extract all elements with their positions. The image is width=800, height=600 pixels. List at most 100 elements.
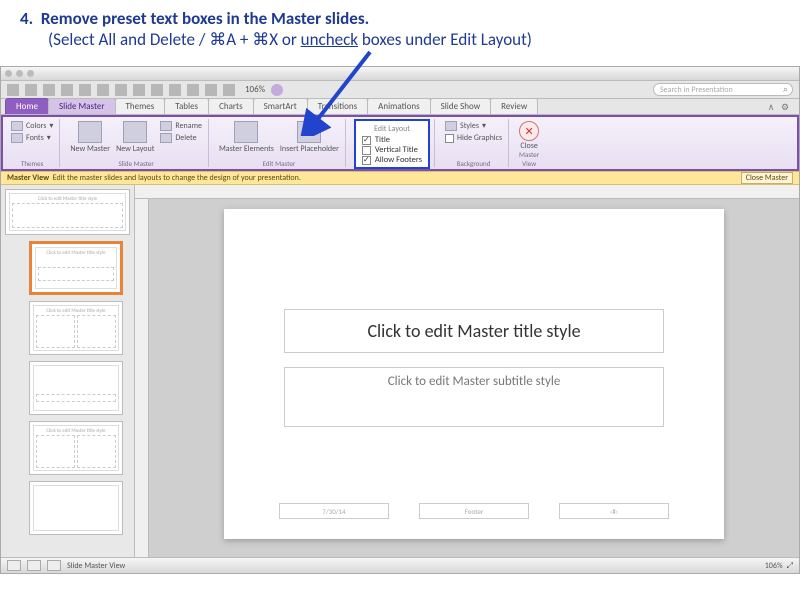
- footer-row: 7/30/14 Footer ‹#›: [264, 503, 684, 519]
- delete-icon: [160, 133, 172, 143]
- qat-icon[interactable]: [7, 84, 19, 96]
- view-slideshow-icon[interactable]: [47, 560, 61, 571]
- canvas-area: Click to edit Master title style Click t…: [135, 185, 799, 557]
- qat-icon[interactable]: [97, 84, 109, 96]
- powerpoint-window: 106% Search in Presentation Home Slide M…: [0, 66, 800, 574]
- qat-icon[interactable]: [79, 84, 91, 96]
- ruler-horizontal: [135, 185, 799, 199]
- qat-icon[interactable]: [25, 84, 37, 96]
- qat-icon[interactable]: [187, 84, 199, 96]
- delete-button[interactable]: Delete: [160, 133, 202, 143]
- window-close-icon[interactable]: [5, 70, 12, 77]
- fonts-menu[interactable]: Fonts ▾: [11, 133, 53, 143]
- quick-access-toolbar: 106% Search in Presentation: [1, 81, 799, 99]
- tab-animations[interactable]: Animations: [367, 98, 430, 114]
- group-slide-master: New Master New Layout Rename Delete Slid…: [64, 119, 209, 167]
- styles-menu[interactable]: Styles ▾: [445, 121, 502, 131]
- edit-layout-panel: Edit Layout ✓Title Vertical Title ✓Allow…: [354, 119, 430, 169]
- collapse-ribbon-icon[interactable]: ∧: [765, 102, 777, 114]
- new-master-icon: [78, 121, 102, 143]
- zoom-label[interactable]: 106%: [765, 561, 783, 571]
- tab-smartart[interactable]: SmartArt: [253, 98, 308, 114]
- qat-icon[interactable]: [169, 84, 181, 96]
- qat-icon[interactable]: [115, 84, 127, 96]
- statusbar: Slide Master View 106% ⤢: [1, 557, 799, 573]
- footer-placeholder[interactable]: Footer: [419, 503, 529, 519]
- tab-slide-show[interactable]: Slide Show: [430, 98, 492, 114]
- search-input[interactable]: Search in Presentation: [653, 83, 793, 96]
- thumbnail-panel[interactable]: Click to edit Master title style Click t…: [1, 185, 135, 557]
- window-zoom-icon[interactable]: [27, 70, 34, 77]
- checkbox-allow-footers[interactable]: ✓Allow Footers: [362, 155, 422, 165]
- qat-icon[interactable]: [61, 84, 73, 96]
- instruction-block: 4. Remove preset text boxes in the Maste…: [0, 0, 800, 54]
- close-master-view-button[interactable]: ✕Close: [519, 121, 539, 151]
- tab-home[interactable]: Home: [5, 98, 49, 114]
- styles-icon: [445, 121, 457, 131]
- tab-transitions[interactable]: Transitions: [307, 98, 368, 114]
- view-normal-icon[interactable]: [7, 560, 21, 571]
- colors-menu[interactable]: Colors ▾: [11, 121, 53, 131]
- checkbox-icon: ✓: [362, 136, 371, 145]
- group-master-view: ✕Close Master View: [513, 119, 545, 167]
- tab-tables[interactable]: Tables: [164, 98, 209, 114]
- title-placeholder[interactable]: Click to edit Master title style: [284, 309, 664, 353]
- view-sorter-icon[interactable]: [27, 560, 41, 571]
- hide-graphics-check[interactable]: Hide Graphics: [445, 133, 502, 143]
- instruction-subtitle: (Select All and Delete / ⌘A + ⌘X or unch…: [48, 29, 780, 50]
- new-layout-button[interactable]: New Layout: [116, 121, 154, 154]
- zoom-value[interactable]: 106%: [245, 84, 265, 95]
- slide-area[interactable]: Click to edit Master title style Click t…: [149, 199, 799, 557]
- titlebar: [1, 67, 799, 81]
- ribbon-options-icon[interactable]: ⚙: [779, 102, 791, 114]
- master-elements-icon: [234, 121, 258, 143]
- ruler-vertical: [135, 199, 149, 557]
- group-edit-layout: Edit Layout ✓Title Vertical Title ✓Allow…: [350, 119, 435, 167]
- rename-button[interactable]: Rename: [160, 121, 202, 131]
- checkbox-title[interactable]: ✓Title: [362, 135, 422, 145]
- tab-review[interactable]: Review: [490, 98, 538, 114]
- window-min-icon[interactable]: [16, 70, 23, 77]
- group-themes: Colors ▾ Fonts ▾ Themes: [5, 119, 60, 167]
- close-icon: ✕: [519, 121, 539, 141]
- qat-icon[interactable]: [43, 84, 55, 96]
- message-bar: Master View Edit the master slides and l…: [1, 171, 799, 185]
- help-icon[interactable]: [271, 84, 283, 96]
- tab-themes[interactable]: Themes: [115, 98, 166, 114]
- ribbon: Colors ▾ Fonts ▾ Themes New Master New L…: [1, 115, 799, 171]
- thumb-layout[interactable]: Click to edit Master title style: [29, 421, 123, 475]
- thumb-master[interactable]: Click to edit Master title style: [5, 189, 130, 235]
- checkbox-icon: [445, 134, 454, 143]
- qat-icon[interactable]: [151, 84, 163, 96]
- slide: Click to edit Master title style Click t…: [224, 209, 724, 539]
- thumb-layout[interactable]: Click to edit Master title style: [29, 301, 123, 355]
- date-placeholder[interactable]: 7/30/14: [279, 503, 389, 519]
- tab-charts[interactable]: Charts: [208, 98, 254, 114]
- uncheck-word: uncheck: [301, 29, 358, 50]
- close-master-button[interactable]: Close Master: [741, 172, 793, 184]
- checkbox-icon: ✓: [362, 156, 371, 165]
- thumb-layout-selected[interactable]: Click to edit Master title style: [29, 241, 123, 295]
- ribbon-tabs: Home Slide Master Themes Tables Charts S…: [1, 99, 799, 115]
- qat-icon[interactable]: [205, 84, 217, 96]
- checkbox-vertical-title[interactable]: Vertical Title: [362, 145, 422, 155]
- qat-icon[interactable]: [133, 84, 145, 96]
- slidenum-placeholder[interactable]: ‹#›: [559, 503, 669, 519]
- insert-placeholder-icon: [297, 121, 321, 143]
- new-master-button[interactable]: New Master: [70, 121, 110, 154]
- msgbar-label: Master View: [7, 173, 49, 183]
- fit-icon[interactable]: ⤢: [787, 561, 793, 571]
- thumb-layout[interactable]: [29, 481, 123, 535]
- insert-placeholder-button[interactable]: Insert Placeholder: [280, 121, 339, 154]
- group-edit-master: Master Elements Insert Placeholder Edit …: [213, 119, 346, 167]
- tab-slide-master[interactable]: Slide Master: [48, 98, 115, 114]
- step-title: Remove preset text boxes in the Master s…: [41, 8, 369, 29]
- status-view-label: Slide Master View: [67, 561, 125, 571]
- qat-icon[interactable]: [223, 84, 235, 96]
- master-elements-button[interactable]: Master Elements: [219, 121, 274, 154]
- subtitle-placeholder[interactable]: Click to edit Master subtitle style: [284, 367, 664, 427]
- fonts-icon: [11, 133, 23, 143]
- checkbox-icon: [362, 146, 371, 155]
- edit-layout-header: Edit Layout: [362, 124, 422, 134]
- thumb-layout[interactable]: [29, 361, 123, 415]
